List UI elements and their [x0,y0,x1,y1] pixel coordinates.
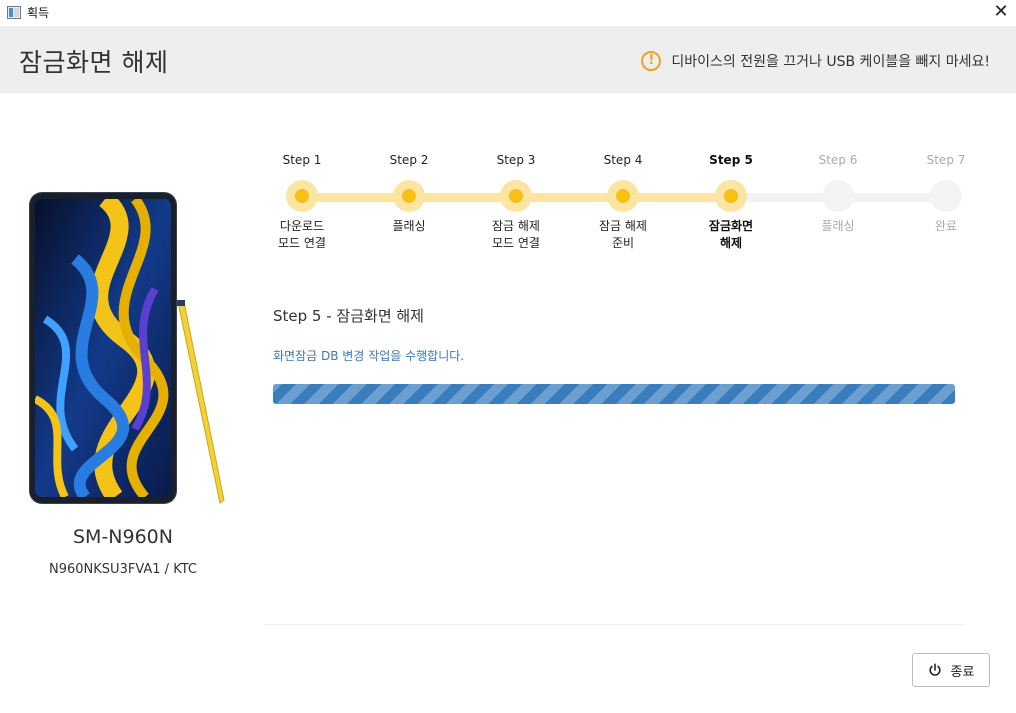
step-indicator [822,180,854,212]
title-bar: 획득 ✕ [0,0,1016,26]
step-description: 잠금 해제 준비 [599,219,647,250]
step-indicator [607,180,639,212]
step-3: Step 3 잠금 해제 모드 연결 [471,150,561,252]
step-description: 플래싱 [821,219,855,233]
step-description: 다운로드 모드 연결 [278,219,326,250]
device-image [30,193,176,503]
power-icon [928,663,941,676]
step-label: Step 3 [496,153,536,167]
window-title: 획득 [27,6,50,20]
step-indicator [715,180,747,212]
step-6: Step 6 플래싱 [793,150,883,235]
step-indicator [286,180,318,212]
step-description: 잠금화면 해제 [708,219,754,250]
device-screen [35,199,171,497]
status-message: 화면잠금 DB 변경 작업을 수행합니다. [273,349,465,363]
s-pen-image [177,300,225,504]
exit-button[interactable]: 종료 [912,653,990,687]
warning-icon: ! [641,51,662,71]
step-5: Step 5 잠금화면 해제 [686,150,776,252]
warning-text: 디바이스의 전원을 끄거나 USB 케이블을 빼지 마세요! [671,54,990,70]
step-7: Step 7 완료 [901,150,991,235]
device-model: SM-N960N [72,526,173,548]
step-indicator [500,180,532,212]
progress-stepper: Step 1 다운로드 모드 연결 Step 2 플래싱 Step 3 잠금 해… [262,150,992,260]
step-label: Step 2 [389,153,429,167]
step-label: Step 5 [709,153,753,167]
step-1: Step 1 다운로드 모드 연결 [257,150,347,252]
step-label: Step 7 [926,153,966,167]
step-label: Step 6 [818,153,858,167]
step-label: Step 4 [603,153,643,167]
step-4: Step 4 잠금 해제 준비 [578,150,668,252]
progress-bar [273,384,955,404]
step-description: 플래싱 [392,219,426,233]
step-indicator [930,180,962,212]
footer-divider [264,624,966,625]
header: 잠금화면 해제 ! 디바이스의 전원을 끄거나 USB 케이블을 빼지 마세요! [0,26,1016,93]
current-step-heading: Step 5 - 잠금화면 해제 [273,307,424,325]
device-firmware: N960NKSU3FVA1 / KTC [49,562,197,577]
step-label: Step 1 [282,153,322,167]
warning-banner: ! 디바이스의 전원을 끄거나 USB 케이블을 빼지 마세요! [641,51,990,71]
exit-button-label: 종료 [950,664,975,680]
step-indicator [393,180,425,212]
close-window-button[interactable]: ✕ [990,1,1012,23]
page-title: 잠금화면 해제 [19,48,169,77]
step-description: 완료 [934,219,958,233]
app-icon [7,6,21,19]
step-description: 잠금 해제 모드 연결 [492,219,540,250]
step-2: Step 2 플래싱 [364,150,454,235]
